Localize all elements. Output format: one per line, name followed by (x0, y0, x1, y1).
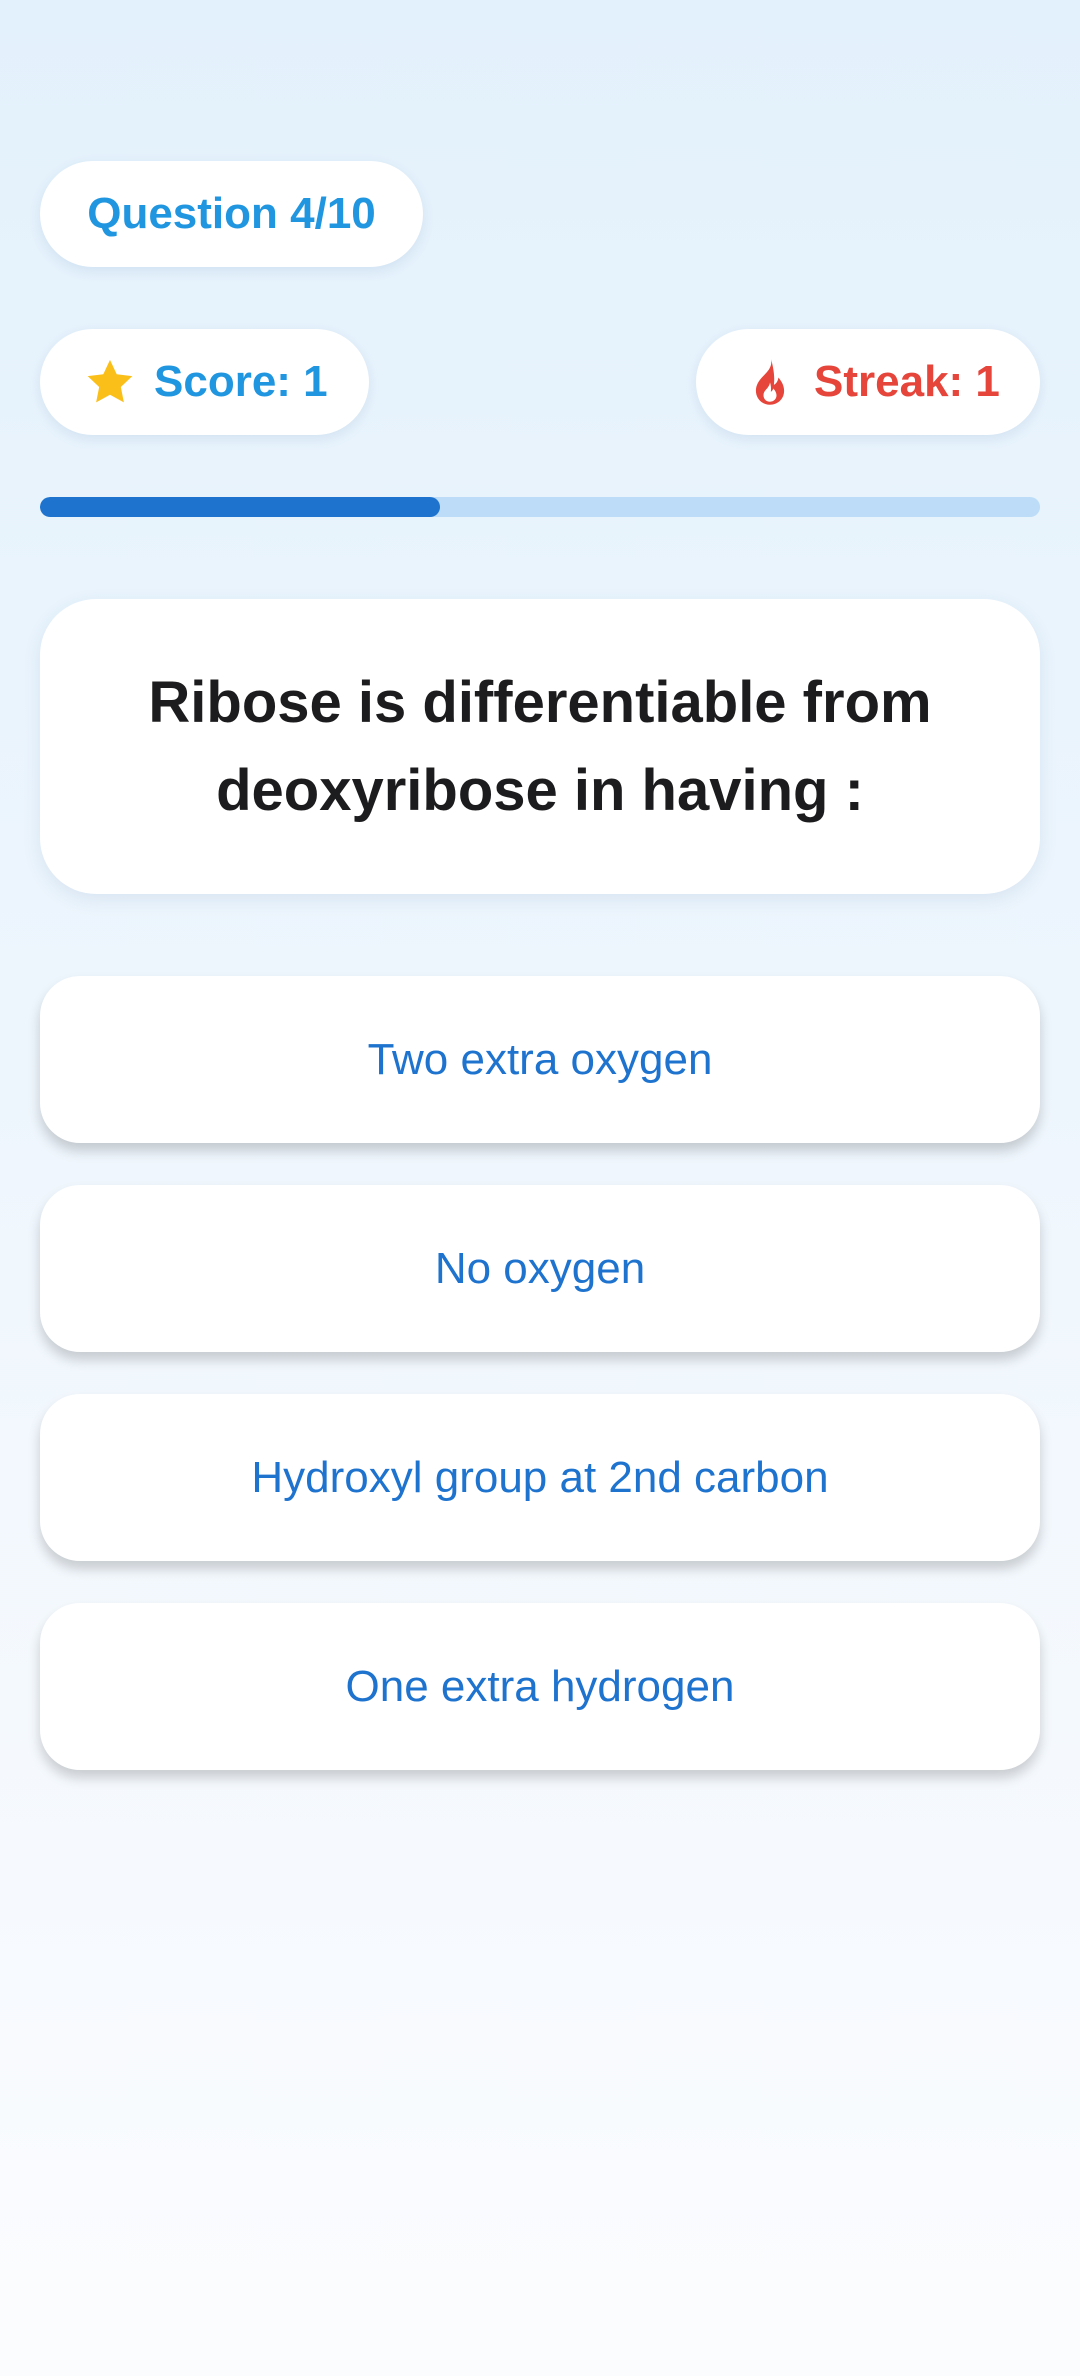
answer-option-label: No oxygen (434, 1243, 646, 1293)
answer-option-1[interactable]: Two extra oxygen (40, 976, 1040, 1143)
answer-option-label: Hydroxyl group at 2nd carbon (251, 1452, 829, 1502)
question-counter-label: Question 4/10 (87, 189, 376, 238)
answer-option-2[interactable]: No oxygen (40, 1185, 1040, 1352)
progress-bar (40, 497, 1040, 517)
answer-option-4[interactable]: One extra hydrogen (40, 1603, 1040, 1770)
streak-badge: Streak: 1 (696, 329, 1040, 435)
answer-option-3[interactable]: Hydroxyl group at 2nd carbon (40, 1394, 1040, 1561)
star-icon (84, 356, 136, 408)
score-label: Score: 1 (154, 357, 328, 406)
question-card: Ribose is differentiable from deoxyribos… (40, 599, 1040, 894)
answer-option-label: Two extra oxygen (367, 1034, 713, 1084)
question-counter-badge: Question 4/10 (40, 161, 423, 267)
flame-icon (744, 356, 796, 408)
streak-label: Streak: 1 (814, 357, 1000, 406)
answer-option-label: One extra hydrogen (345, 1661, 735, 1711)
question-text: Ribose is differentiable from deoxyribos… (148, 669, 932, 823)
score-badge: Score: 1 (40, 329, 369, 435)
progress-bar-fill (40, 497, 440, 517)
